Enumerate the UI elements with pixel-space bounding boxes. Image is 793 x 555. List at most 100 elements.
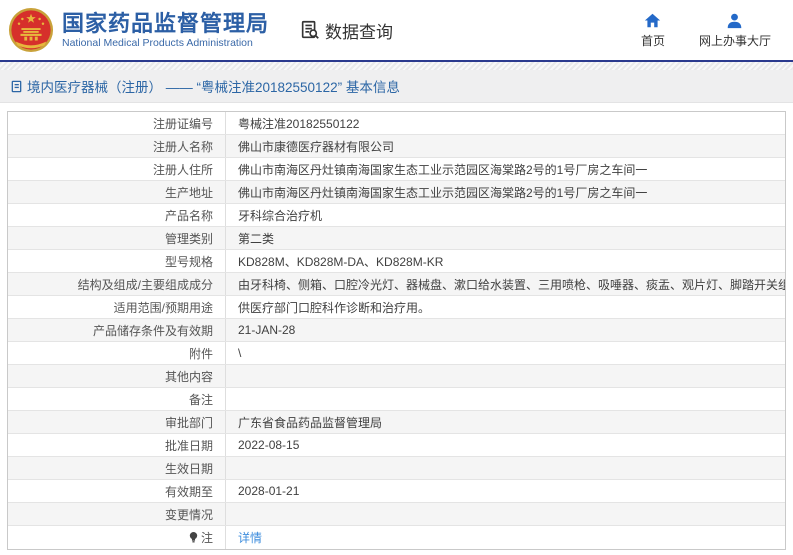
table-row: 附件 \ [8, 342, 785, 365]
field-label: 附件 [8, 342, 226, 364]
field-label-text: 适用范围/预期用途 [113, 300, 213, 315]
field-label: 审批部门 [8, 411, 226, 433]
table-row: 注 详情 [8, 526, 785, 549]
field-value-text: \ [238, 346, 242, 360]
table-row: 适用范围/预期用途 供医疗部门口腔科作诊断和治疗用。 [8, 296, 785, 319]
field-label: 变更情况 [8, 503, 226, 525]
field-value-text: 由牙科椅、侧箱、口腔冷光灯、器械盘、漱口给水装置、三用喷枪、吸唾器、痰盂、观片灯… [238, 277, 785, 292]
field-value [226, 503, 785, 525]
field-value: 佛山市南海区丹灶镇南海国家生态工业示范园区海棠路2号的1号厂房之车间一 [226, 181, 785, 203]
field-label: 注册证编号 [8, 112, 226, 134]
table-row: 型号规格 KD828M、KD828M-DA、KD828M-KR [8, 250, 785, 273]
field-value: 广东省食品药品监督管理局 [226, 411, 785, 433]
table-row: 注册人住所 佛山市南海区丹灶镇南海国家生态工业示范园区海棠路2号的1号厂房之车间… [8, 158, 785, 181]
table-row: 生效日期 [8, 457, 785, 480]
field-value: 佛山市南海区丹灶镇南海国家生态工业示范园区海棠路2号的1号厂房之车间一 [226, 158, 785, 180]
nav-home-label: 首页 [640, 33, 665, 48]
field-value: 21-JAN-28 [226, 319, 785, 341]
field-label-text: 附件 [188, 346, 213, 361]
field-label: 结构及组成/主要组成成分 [8, 273, 226, 295]
data-query-tab[interactable]: 数据查询 [299, 18, 393, 43]
national-emblem-logo [8, 7, 54, 53]
field-label-text: 结构及组成/主要组成成分 [77, 277, 213, 292]
agency-brand: 国家药品监督管理局 National Medical Products Admi… [8, 7, 269, 53]
field-value: 供医疗部门口腔科作诊断和治疗用。 [226, 296, 785, 318]
agency-title: 国家药品监督管理局 [62, 11, 270, 37]
field-label-text: 注 [200, 531, 213, 545]
nav-service-hall[interactable]: 网上办事大厅 [699, 12, 771, 49]
field-value-text: 供医疗部门口腔科作诊断和治疗用。 [238, 300, 431, 315]
nav-home[interactable]: 首页 [641, 12, 665, 49]
field-value-text: 佛山市南海区丹灶镇南海国家生态工业示范园区海棠路2号的1号厂房之车间一 [238, 162, 648, 177]
field-value: 由牙科椅、侧箱、口腔冷光灯、器械盘、漱口给水装置、三用喷枪、吸唾器、痰盂、观片灯… [226, 273, 785, 295]
field-value-text: 第二类 [238, 231, 275, 246]
table-row: 变更情况 [8, 503, 785, 526]
field-label-text: 变更情况 [164, 507, 213, 522]
details-link[interactable]: 详情 [238, 529, 262, 546]
field-value: 牙科综合治疗机 [226, 204, 785, 226]
field-value: 佛山市康德医疗器材有限公司 [226, 135, 785, 157]
field-value-text: KD828M、KD828M-DA、KD828M-KR [238, 254, 444, 269]
nav-service-hall-label: 网上办事大厅 [698, 33, 771, 48]
field-value: \ [226, 342, 785, 364]
field-value-text: 粤械注准20182550122 [238, 116, 360, 131]
field-value: 2028-01-21 [226, 480, 785, 502]
field-label: 型号规格 [8, 250, 226, 272]
document-search-icon [301, 20, 319, 39]
field-label-text: 注册证编号 [152, 116, 213, 131]
page-title: 境内医疗器械（注册） —— “粤械注准20182550122” 基本信息 [27, 80, 400, 95]
field-label: 产品名称 [8, 204, 226, 226]
page-title-bar: 境内医疗器械（注册） —— “粤械注准20182550122” 基本信息 [0, 70, 793, 103]
field-value [226, 457, 785, 479]
table-row: 注册证编号 粤械注准20182550122 [8, 112, 785, 135]
field-label-text: 有效期至 [164, 484, 213, 499]
field-label: 批准日期 [8, 434, 226, 456]
page-icon [11, 80, 22, 92]
field-label: 备注 [8, 388, 226, 410]
site-header: 国家药品监督管理局 National Medical Products Admi… [0, 0, 793, 62]
field-value-text: 广东省食品药品监督管理局 [238, 415, 383, 430]
user-icon [728, 13, 742, 28]
field-value [226, 365, 785, 387]
table-row: 审批部门 广东省食品药品监督管理局 [8, 411, 785, 434]
bulb-icon [189, 532, 198, 543]
table-row: 批准日期 2022-08-15 [8, 434, 785, 457]
field-value-text: 牙科综合治疗机 [238, 208, 323, 223]
field-value-text: 佛山市康德医疗器材有限公司 [238, 139, 395, 154]
table-row: 产品名称 牙科综合治疗机 [8, 204, 785, 227]
table-row: 产品储存条件及有效期 21-JAN-28 [8, 319, 785, 342]
registration-detail-table: 注册证编号 粤械注准20182550122 注册人名称 佛山市康德医疗器材有限公… [7, 111, 786, 550]
table-row: 生产地址 佛山市南海区丹灶镇南海国家生态工业示范园区海棠路2号的1号厂房之车间一 [8, 181, 785, 204]
field-label: 管理类别 [8, 227, 226, 249]
table-row: 管理类别 第二类 [8, 227, 785, 250]
field-value-text: 佛山市南海区丹灶镇南海国家生态工业示范园区海棠路2号的1号厂房之车间一 [238, 185, 648, 200]
field-value: 第二类 [226, 227, 785, 249]
field-label-text: 其他内容 [164, 369, 213, 384]
table-row: 注册人名称 佛山市康德医疗器材有限公司 [8, 135, 785, 158]
field-label-text: 生产地址 [164, 185, 213, 200]
field-value-text: 21-JAN-28 [238, 323, 296, 337]
field-label: 注 [8, 526, 226, 549]
field-label-text: 注册人住所 [152, 162, 213, 177]
table-row: 其他内容 [8, 365, 785, 388]
field-label-text: 生效日期 [164, 461, 213, 476]
field-label-text: 型号规格 [164, 254, 213, 269]
field-label: 其他内容 [8, 365, 226, 387]
field-label-text: 管理类别 [164, 231, 213, 246]
field-label: 产品储存条件及有效期 [8, 319, 226, 341]
field-label-text: 注册人名称 [152, 139, 213, 154]
field-label: 注册人住所 [8, 158, 226, 180]
field-label: 生产地址 [8, 181, 226, 203]
field-label: 注册人名称 [8, 135, 226, 157]
hatched-divider [0, 62, 793, 70]
field-value: KD828M、KD828M-DA、KD828M-KR [226, 250, 785, 272]
field-label-text: 批准日期 [164, 438, 213, 453]
field-value: 2022-08-15 [226, 434, 785, 456]
field-label: 生效日期 [8, 457, 226, 479]
table-row: 备注 [8, 388, 785, 411]
field-value-text: 2028-01-21 [238, 484, 300, 498]
field-label-text: 产品储存条件及有效期 [92, 323, 213, 338]
field-value [226, 388, 785, 410]
field-value: 详情 [226, 526, 785, 549]
agency-titles: 国家药品监督管理局 National Medical Products Admi… [62, 11, 269, 48]
